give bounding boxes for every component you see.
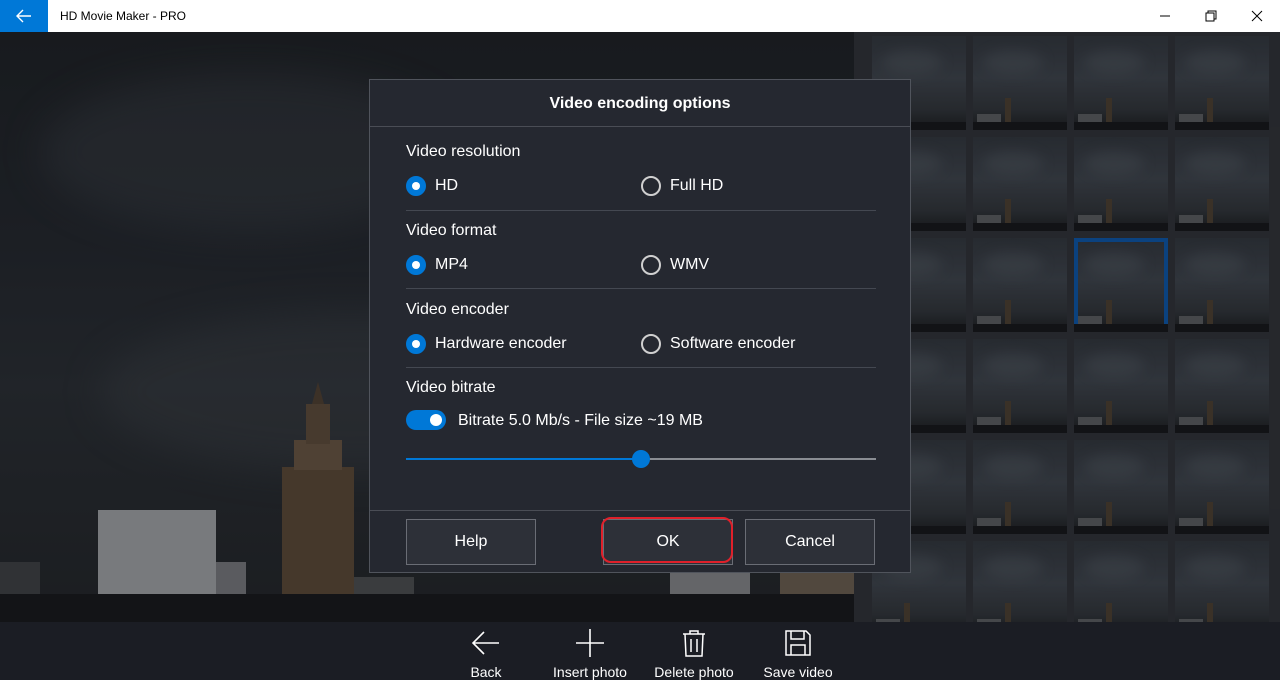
plus-icon [576, 629, 604, 657]
radio-label: MP4 [435, 256, 468, 273]
radio-unchecked-icon [641, 176, 661, 196]
dialog-title: Video encoding options [370, 80, 910, 127]
bitrate-slider-fill [406, 458, 641, 460]
toolbar-label: Back [470, 664, 502, 680]
restore-button[interactable] [1188, 0, 1234, 32]
ok-highlight-annotation [601, 517, 733, 563]
bitrate-label: Video bitrate [406, 379, 496, 396]
save-disk-icon [785, 630, 811, 656]
radio-unchecked-icon [641, 255, 661, 275]
bitrate-toggle[interactable] [406, 410, 446, 430]
radio-software-encoder[interactable]: Software encoder [641, 334, 795, 354]
radio-hardware-encoder[interactable]: Hardware encoder [406, 334, 567, 354]
toggle-knob [430, 414, 442, 426]
divider [406, 210, 876, 211]
format-label: Video format [406, 222, 497, 239]
bitrate-slider-thumb[interactable] [632, 450, 650, 468]
close-button[interactable] [1234, 0, 1280, 32]
divider [370, 510, 910, 511]
close-icon [1251, 10, 1263, 22]
divider [406, 288, 876, 289]
cancel-button[interactable]: Cancel [745, 519, 875, 565]
divider [406, 367, 876, 368]
bitrate-value-text: Bitrate 5.0 Mb/s - File size ~19 MB [458, 412, 703, 429]
minimize-icon [1160, 15, 1170, 17]
radio-label: HD [435, 177, 459, 194]
toolbar-save-video[interactable]: Save video [758, 622, 838, 680]
back-arrow-icon [471, 631, 499, 655]
title-bar: HD Movie Maker - PRO [0, 0, 1280, 32]
radio-unchecked-icon [641, 334, 661, 354]
radio-checked-icon [406, 176, 426, 196]
restore-icon [1205, 10, 1217, 22]
app-title: HD Movie Maker - PRO [60, 9, 187, 23]
toolbar-label: Save video [763, 664, 833, 680]
minimize-button[interactable] [1142, 0, 1188, 32]
video-encoding-dialog: Video encoding options Video resolution … [369, 79, 911, 573]
radio-label: WMV [670, 256, 710, 273]
trash-icon [683, 630, 705, 657]
radio-label: Software encoder [670, 335, 796, 352]
toolbar-delete-photo[interactable]: Delete photo [648, 622, 740, 680]
toolbar-back[interactable]: Back [456, 622, 516, 680]
radio-full-hd[interactable]: Full HD [641, 176, 723, 196]
toolbar-label: Insert photo [553, 664, 627, 680]
radio-checked-icon [406, 255, 426, 275]
toolbar-insert-photo[interactable]: Insert photo [546, 622, 634, 680]
radio-hd[interactable]: HD [406, 176, 458, 196]
radio-label: Hardware encoder [435, 335, 567, 352]
toolbar-label: Delete photo [654, 664, 734, 680]
radio-wmv[interactable]: WMV [641, 255, 709, 275]
back-arrow-icon [16, 9, 31, 23]
help-button[interactable]: Help [406, 519, 536, 565]
radio-label: Full HD [670, 177, 724, 194]
bottom-toolbar: Back Insert photo Delete photo Save vide… [0, 622, 1280, 680]
encoder-label: Video encoder [406, 301, 509, 318]
radio-checked-icon [406, 334, 426, 354]
back-arrow-button[interactable] [0, 0, 48, 32]
radio-mp4[interactable]: MP4 [406, 255, 468, 275]
resolution-label: Video resolution [406, 143, 521, 160]
